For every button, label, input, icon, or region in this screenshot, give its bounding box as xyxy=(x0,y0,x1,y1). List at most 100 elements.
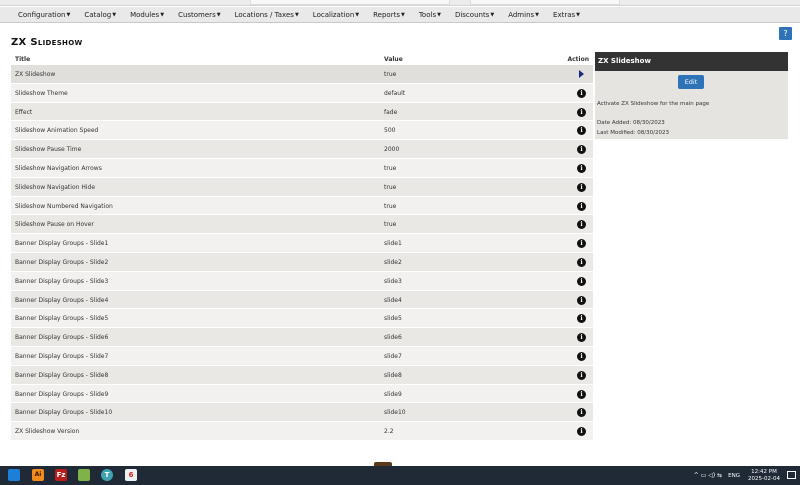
table-row[interactable]: Banner Display Groups - Slide10 slide10 i xyxy=(11,403,593,423)
row-value: true xyxy=(384,183,397,191)
row-value: slide5 xyxy=(384,315,402,323)
menu-item-modules[interactable]: Modules▼ xyxy=(130,11,164,19)
row-value: true xyxy=(384,164,397,172)
info-icon[interactable]: i xyxy=(577,408,586,418)
info-icon[interactable]: i xyxy=(577,126,586,136)
language-indicator[interactable]: ENG xyxy=(728,473,740,479)
row-value: true xyxy=(384,221,397,229)
row-title: Banner Display Groups - Slide1 xyxy=(15,240,109,248)
menu-item-configuration[interactable]: Configuration▼ xyxy=(18,11,70,19)
menu-item-customers[interactable]: Customers▼ xyxy=(178,11,221,19)
tray-icons[interactable]: ^ ▭ ◁) ⇆ xyxy=(694,472,722,479)
info-icon[interactable]: i xyxy=(577,220,586,230)
table-row[interactable]: Slideshow Navigation Hide true i xyxy=(11,177,593,197)
info-icon[interactable]: i xyxy=(577,201,586,211)
row-value: slide7 xyxy=(384,352,402,360)
table-row[interactable]: Banner Display Groups - Slide4 slide4 i xyxy=(11,290,593,310)
info-icon[interactable]: i xyxy=(577,351,586,361)
info-icon[interactable]: i xyxy=(577,295,586,305)
table-row[interactable]: Slideshow Navigation Arrows true i xyxy=(11,158,593,178)
info-icon[interactable]: i xyxy=(577,389,586,399)
caret-down-icon: ▼ xyxy=(66,11,71,18)
menu-item-localization[interactable]: Localization▼ xyxy=(313,11,359,19)
row-title: Slideshow Navigation Arrows xyxy=(15,164,102,172)
info-icon[interactable]: i xyxy=(577,239,586,249)
row-title: Banner Display Groups - Slide6 xyxy=(15,334,109,342)
row-value: default xyxy=(384,89,406,97)
caret-down-icon: ▼ xyxy=(535,11,540,18)
row-value: slide1 xyxy=(384,240,402,248)
edit-button[interactable]: Edit xyxy=(678,75,704,89)
table-row[interactable]: Slideshow Pause Time 2000 i xyxy=(11,140,593,159)
row-title: Banner Display Groups - Slide3 xyxy=(15,277,109,285)
clock-time: 12:42 PM xyxy=(751,468,777,475)
menu-item-tools[interactable]: Tools▼ xyxy=(419,11,441,19)
caret-down-icon: ▼ xyxy=(355,11,360,18)
row-title: Banner Display Groups - Slide8 xyxy=(15,371,109,379)
table-row[interactable]: Banner Display Groups - Slide8 slide8 i xyxy=(11,365,593,385)
row-value: slide2 xyxy=(384,258,402,266)
filezilla-icon[interactable]: Fz xyxy=(55,469,67,481)
table-body: ZX Slideshow true Slideshow Theme default i E… xyxy=(11,65,593,441)
menu-item-label: Discounts xyxy=(454,10,490,19)
info-icon[interactable]: i xyxy=(577,257,586,267)
menu-item-label: Admins xyxy=(508,10,535,19)
menu-item-label: Modules xyxy=(130,10,160,19)
row-title: Slideshow Numbered Navigation xyxy=(15,202,113,210)
system-tray: ^ ▭ ◁) ⇆ ENG 12:42 PM 2025-02-04 xyxy=(694,468,780,483)
info-icon[interactable]: i xyxy=(577,182,586,192)
table-row[interactable]: Banner Display Groups - Slide1 slide1 i xyxy=(11,234,593,253)
table-row[interactable]: Effect fade i xyxy=(11,102,593,122)
info-icon[interactable]: i xyxy=(577,333,586,343)
table-row[interactable]: ZX Slideshow true xyxy=(11,65,593,84)
info-icon[interactable]: i xyxy=(577,276,586,286)
info-icon[interactable]: i xyxy=(577,107,586,117)
row-value: true xyxy=(384,71,397,78)
caret-down-icon: ▼ xyxy=(400,11,405,18)
teams-icon[interactable]: T xyxy=(101,469,113,481)
row-value: slide10 xyxy=(384,409,406,417)
menu-item-label: Extras xyxy=(553,10,576,19)
table-row[interactable]: Banner Display Groups - Slide9 slide9 i xyxy=(11,384,593,404)
caret-down-icon: ▼ xyxy=(216,11,221,18)
row-value: slide8 xyxy=(384,371,402,379)
table-row[interactable]: Slideshow Theme default i xyxy=(11,83,593,103)
menu-item-locations-taxes[interactable]: Locations / Taxes▼ xyxy=(235,11,299,19)
menu-item-discounts[interactable]: Discounts▼ xyxy=(455,11,494,19)
table-row[interactable]: Banner Display Groups - Slide6 slide6 i xyxy=(11,328,593,347)
row-value: slide3 xyxy=(384,277,402,285)
illustrator-icon[interactable]: Ai xyxy=(32,469,44,481)
info-icon[interactable]: i xyxy=(577,370,586,380)
selected-arrow-icon[interactable] xyxy=(579,70,584,78)
table-row[interactable]: Banner Display Groups - Slide3 slide3 i xyxy=(11,271,593,291)
row-title: Slideshow Pause Time xyxy=(15,146,82,154)
clock[interactable]: 12:42 PM 2025-02-04 xyxy=(748,469,780,483)
menu-item-admins[interactable]: Admins▼ xyxy=(508,11,539,19)
table-row[interactable]: Slideshow Numbered Navigation true i xyxy=(11,196,593,216)
info-icon[interactable]: i xyxy=(577,163,586,173)
notepad-icon[interactable] xyxy=(78,469,90,481)
app-6-icon[interactable]: 6 xyxy=(125,469,137,481)
menu-item-catalog[interactable]: Catalog▼ xyxy=(84,11,116,19)
row-value: 2000 xyxy=(384,146,400,154)
caret-down-icon: ▼ xyxy=(112,11,117,18)
menu-item-extras[interactable]: Extras▼ xyxy=(553,11,580,19)
notification-icon[interactable] xyxy=(787,471,796,479)
table-row[interactable]: Banner Display Groups - Slide2 slide2 i xyxy=(11,252,593,272)
windows-taskbar: Ai Fz T 6 ^ ▭ ◁) ⇆ ENG 12:42 PM 2025-02-… xyxy=(0,466,800,485)
help-button[interactable]: ? xyxy=(779,27,792,40)
side-panel-title: ZX Slideshow xyxy=(595,52,788,71)
start-icon[interactable] xyxy=(8,469,20,481)
row-value: 2.2 xyxy=(384,428,394,436)
table-row[interactable]: Banner Display Groups - Slide5 slide5 i xyxy=(11,309,593,329)
table-row[interactable]: Slideshow Animation Speed 500 i xyxy=(11,121,593,141)
menu-item-reports[interactable]: Reports▼ xyxy=(373,11,405,19)
table-row[interactable]: ZX Slideshow Version 2.2 i xyxy=(11,422,593,441)
info-icon[interactable]: i xyxy=(577,88,586,98)
info-icon[interactable]: i xyxy=(577,427,586,437)
info-side-panel: ZX Slideshow Edit Activate ZX Slideshow … xyxy=(595,52,788,139)
info-icon[interactable]: i xyxy=(577,314,586,324)
table-row[interactable]: Slideshow Pause on Hover true i xyxy=(11,215,593,235)
info-icon[interactable]: i xyxy=(577,145,586,155)
table-row[interactable]: Banner Display Groups - Slide7 slide7 i xyxy=(11,346,593,366)
